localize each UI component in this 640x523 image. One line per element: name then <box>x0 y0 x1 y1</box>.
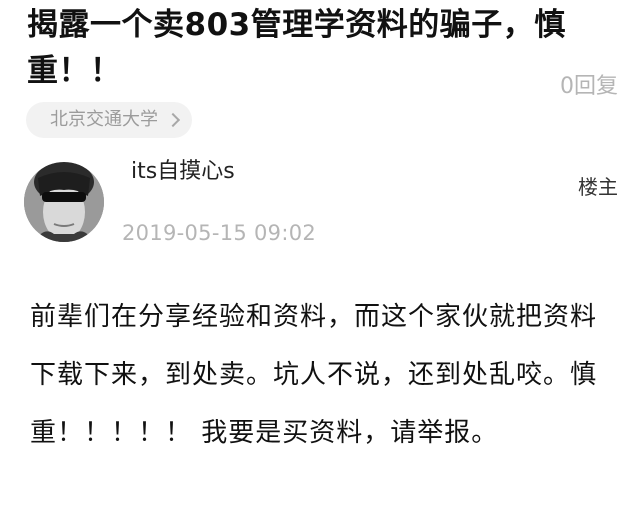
forum-tag-label: 北京交通大学 <box>50 109 158 130</box>
avatar[interactable] <box>24 162 104 242</box>
post-title: 揭露一个卖803管理学资料的骗子，慎重！！ <box>27 7 566 89</box>
post-timestamp: 2019-05-15 09:02 <box>122 221 317 245</box>
op-badge: 楼主 <box>578 175 618 199</box>
chevron-right-icon <box>165 112 181 128</box>
avatar-image <box>24 162 104 242</box>
reply-count[interactable]: 0回复 <box>560 72 618 102</box>
forum-tag[interactable]: 北京交通大学 <box>26 102 192 138</box>
author-name[interactable]: its自摸心s <box>131 157 235 187</box>
post-page: 揭露一个卖803管理学资料的骗子，慎重！！ 0回复 北京交通大学 its自摸心s… <box>0 0 640 523</box>
post-body: 前辈们在分享经验和资料，而这个家伙就把资料下载下来，到处卖。坑人不说，还到处乱咬… <box>30 302 598 448</box>
